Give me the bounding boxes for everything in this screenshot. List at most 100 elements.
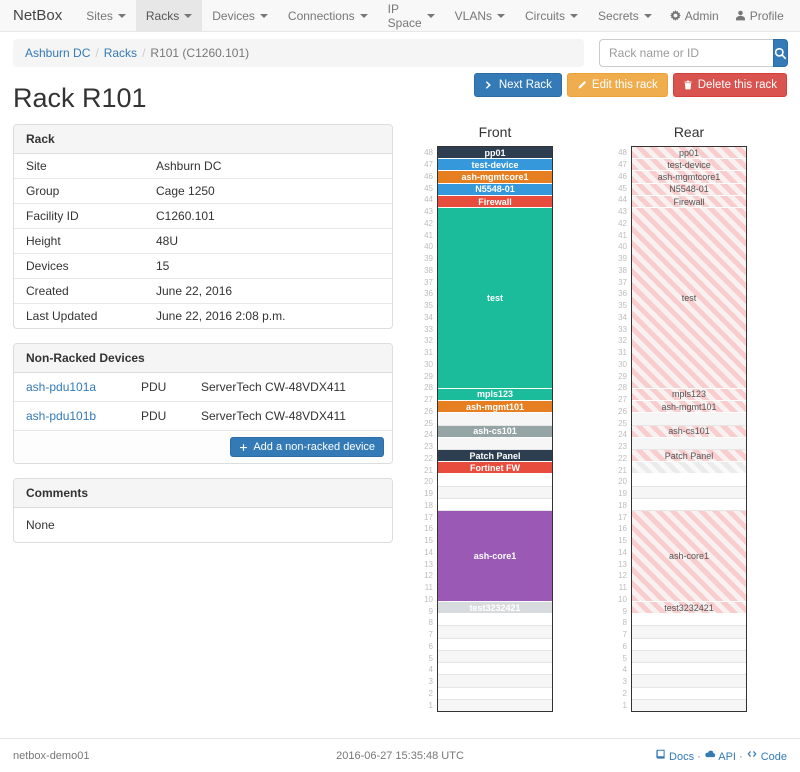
search-input[interactable] [599, 39, 773, 67]
breadcrumb-row: Ashburn DC/Racks/R101 (C1260.101) [13, 39, 787, 67]
plus-icon [239, 443, 248, 452]
chevron-down-icon [497, 14, 505, 18]
rack-unit-empty [632, 700, 746, 711]
nav-item-sites[interactable]: Sites [76, 0, 136, 31]
rack-device[interactable]: ash-mgmtcore1 [632, 171, 746, 183]
rack-unit-empty [438, 499, 552, 511]
rack-unit-empty [438, 626, 552, 638]
rack-device[interactable]: ash-core1 [438, 511, 552, 602]
rack-unit-number: 14 [419, 547, 433, 559]
rack-unit-number: 40 [613, 241, 627, 253]
rack-unit-number: 36 [419, 288, 433, 300]
rack-attribute-value[interactable]: Ashburn DC [156, 159, 221, 173]
rack-unit-number: 1 [419, 699, 433, 711]
search-button[interactable] [773, 39, 788, 67]
device-link[interactable]: ash-pdu101a [26, 380, 141, 394]
nav-item-racks[interactable]: Racks [136, 0, 202, 31]
nav-item-secrets[interactable]: Secrets [588, 0, 662, 31]
nav-item-devices[interactable]: Devices [202, 0, 278, 31]
rack-unit-number: 37 [419, 276, 433, 288]
rack-unit-number: 27 [613, 394, 627, 406]
rack-unit-empty [632, 614, 746, 626]
rack-device[interactable]: ash-cs101 [632, 426, 746, 438]
rack-attribute-value[interactable]: 15 [156, 259, 169, 273]
rack-unit-number: 23 [419, 441, 433, 453]
add-non-racked-device-button[interactable]: Add a non-racked device [230, 437, 384, 457]
rack-device[interactable]: pp01 [438, 147, 552, 159]
rack-attribute-value: June 22, 2016 2:08 p.m. [156, 309, 285, 323]
rack-unit-number: 20 [613, 476, 627, 488]
rack-elevations: Front 4847464544434241403938373635343332… [419, 124, 747, 712]
rack-device[interactable]: ash-mgmt101 [632, 401, 746, 413]
rack-device[interactable]: N5548-01 [438, 184, 552, 196]
rack-device[interactable]: test-device [632, 159, 746, 171]
rack-device[interactable]: test [632, 208, 746, 389]
gear-icon [670, 10, 681, 21]
rack-unit-empty [438, 663, 552, 675]
nav-item-vlans[interactable]: VLANs [445, 0, 515, 31]
rack-unit-number: 30 [419, 359, 433, 371]
rack-unit-number: 8 [419, 617, 433, 629]
rack-device[interactable]: test-device [438, 159, 552, 171]
rack-unit-number: 28 [419, 382, 433, 394]
nav-item-ip-space[interactable]: IP Space [378, 0, 445, 31]
cloud-icon [704, 748, 716, 760]
nav-item-connections[interactable]: Connections [278, 0, 378, 31]
rack-unit-number: 38 [419, 265, 433, 277]
rack-unit-number: 13 [613, 558, 627, 570]
rack-unit-number: 43 [419, 206, 433, 218]
nav-item-profile[interactable]: Profile [727, 0, 792, 31]
rack-unit-empty [438, 487, 552, 499]
rack-device[interactable]: ash-cs101 [438, 426, 552, 438]
rack-unit-number: 3 [419, 676, 433, 688]
rack-unit-number: 3 [613, 676, 627, 688]
nav-item-log-out[interactable]: Log out [792, 0, 800, 31]
rack-device[interactable]: Patch Panel [438, 450, 552, 462]
rack-unit-number: 17 [419, 511, 433, 523]
rack-unit-number: 2 [613, 688, 627, 700]
comments-body: None [14, 508, 392, 542]
rack-unit-number: 26 [613, 406, 627, 418]
rack-device[interactable]: Firewall [438, 196, 552, 208]
chevron-down-icon [644, 14, 652, 18]
breadcrumb-item[interactable]: Racks [104, 46, 137, 60]
rack-device[interactable]: ash-mgmt101 [438, 401, 552, 413]
code-icon [746, 748, 758, 760]
breadcrumb-item: R101 (C1260.101) [150, 46, 249, 60]
rack-device[interactable]: N5548-01 [632, 184, 746, 196]
delete-rack-button[interactable]: Delete this rack [673, 73, 787, 97]
rack-device[interactable]: mpls123 [632, 389, 746, 401]
rack-unit-number: 21 [613, 464, 627, 476]
nav-item-circuits[interactable]: Circuits [515, 0, 588, 31]
rack-device[interactable]: ash-core1 [632, 511, 746, 602]
chevron-down-icon [260, 14, 268, 18]
rack-device[interactable]: ash-mgmtcore1 [438, 171, 552, 183]
chevron-down-icon [184, 14, 192, 18]
non-racked-title: Non-Racked Devices [14, 344, 392, 373]
rack-unit-empty [632, 663, 746, 675]
brand-link[interactable]: NetBox [13, 0, 62, 31]
rack-attributes: SiteAshburn DCGroupCage 1250Facility IDC… [14, 154, 392, 328]
nav-item-admin[interactable]: Admin [662, 0, 727, 31]
rack-device[interactable]: Firewall [632, 196, 746, 208]
rack-unit-empty [632, 487, 746, 499]
rack-unit-number: 37 [613, 276, 627, 288]
device-link[interactable]: ash-pdu101b [26, 409, 141, 423]
rack-device[interactable]: Patch Panel [632, 450, 746, 462]
rack-attribute-value[interactable]: Cage 1250 [156, 184, 215, 198]
rack-device[interactable]: mpls123 [438, 389, 552, 401]
rack-unit-number: 35 [419, 300, 433, 312]
edit-rack-button[interactable]: Edit this rack [567, 73, 668, 97]
non-racked-panel: Non-Racked Devices ash-pdu101aPDUServerT… [13, 343, 393, 464]
rack-device[interactable]: pp01 [632, 147, 746, 159]
rack-device[interactable]: test3232421 [438, 602, 552, 614]
next-rack-button[interactable]: Next Rack [474, 73, 562, 97]
rack-device[interactable]: test [438, 208, 552, 389]
rack-device[interactable]: test3232421 [632, 602, 746, 614]
rack-device[interactable] [632, 462, 746, 474]
rack-device[interactable]: Fortinet FW [438, 462, 552, 474]
front-elevation: Front 4847464544434241403938373635343332… [419, 124, 553, 712]
rack-unit-number: 42 [613, 218, 627, 230]
breadcrumb-item[interactable]: Ashburn DC [25, 46, 90, 60]
rack-unit-number: 31 [613, 347, 627, 359]
